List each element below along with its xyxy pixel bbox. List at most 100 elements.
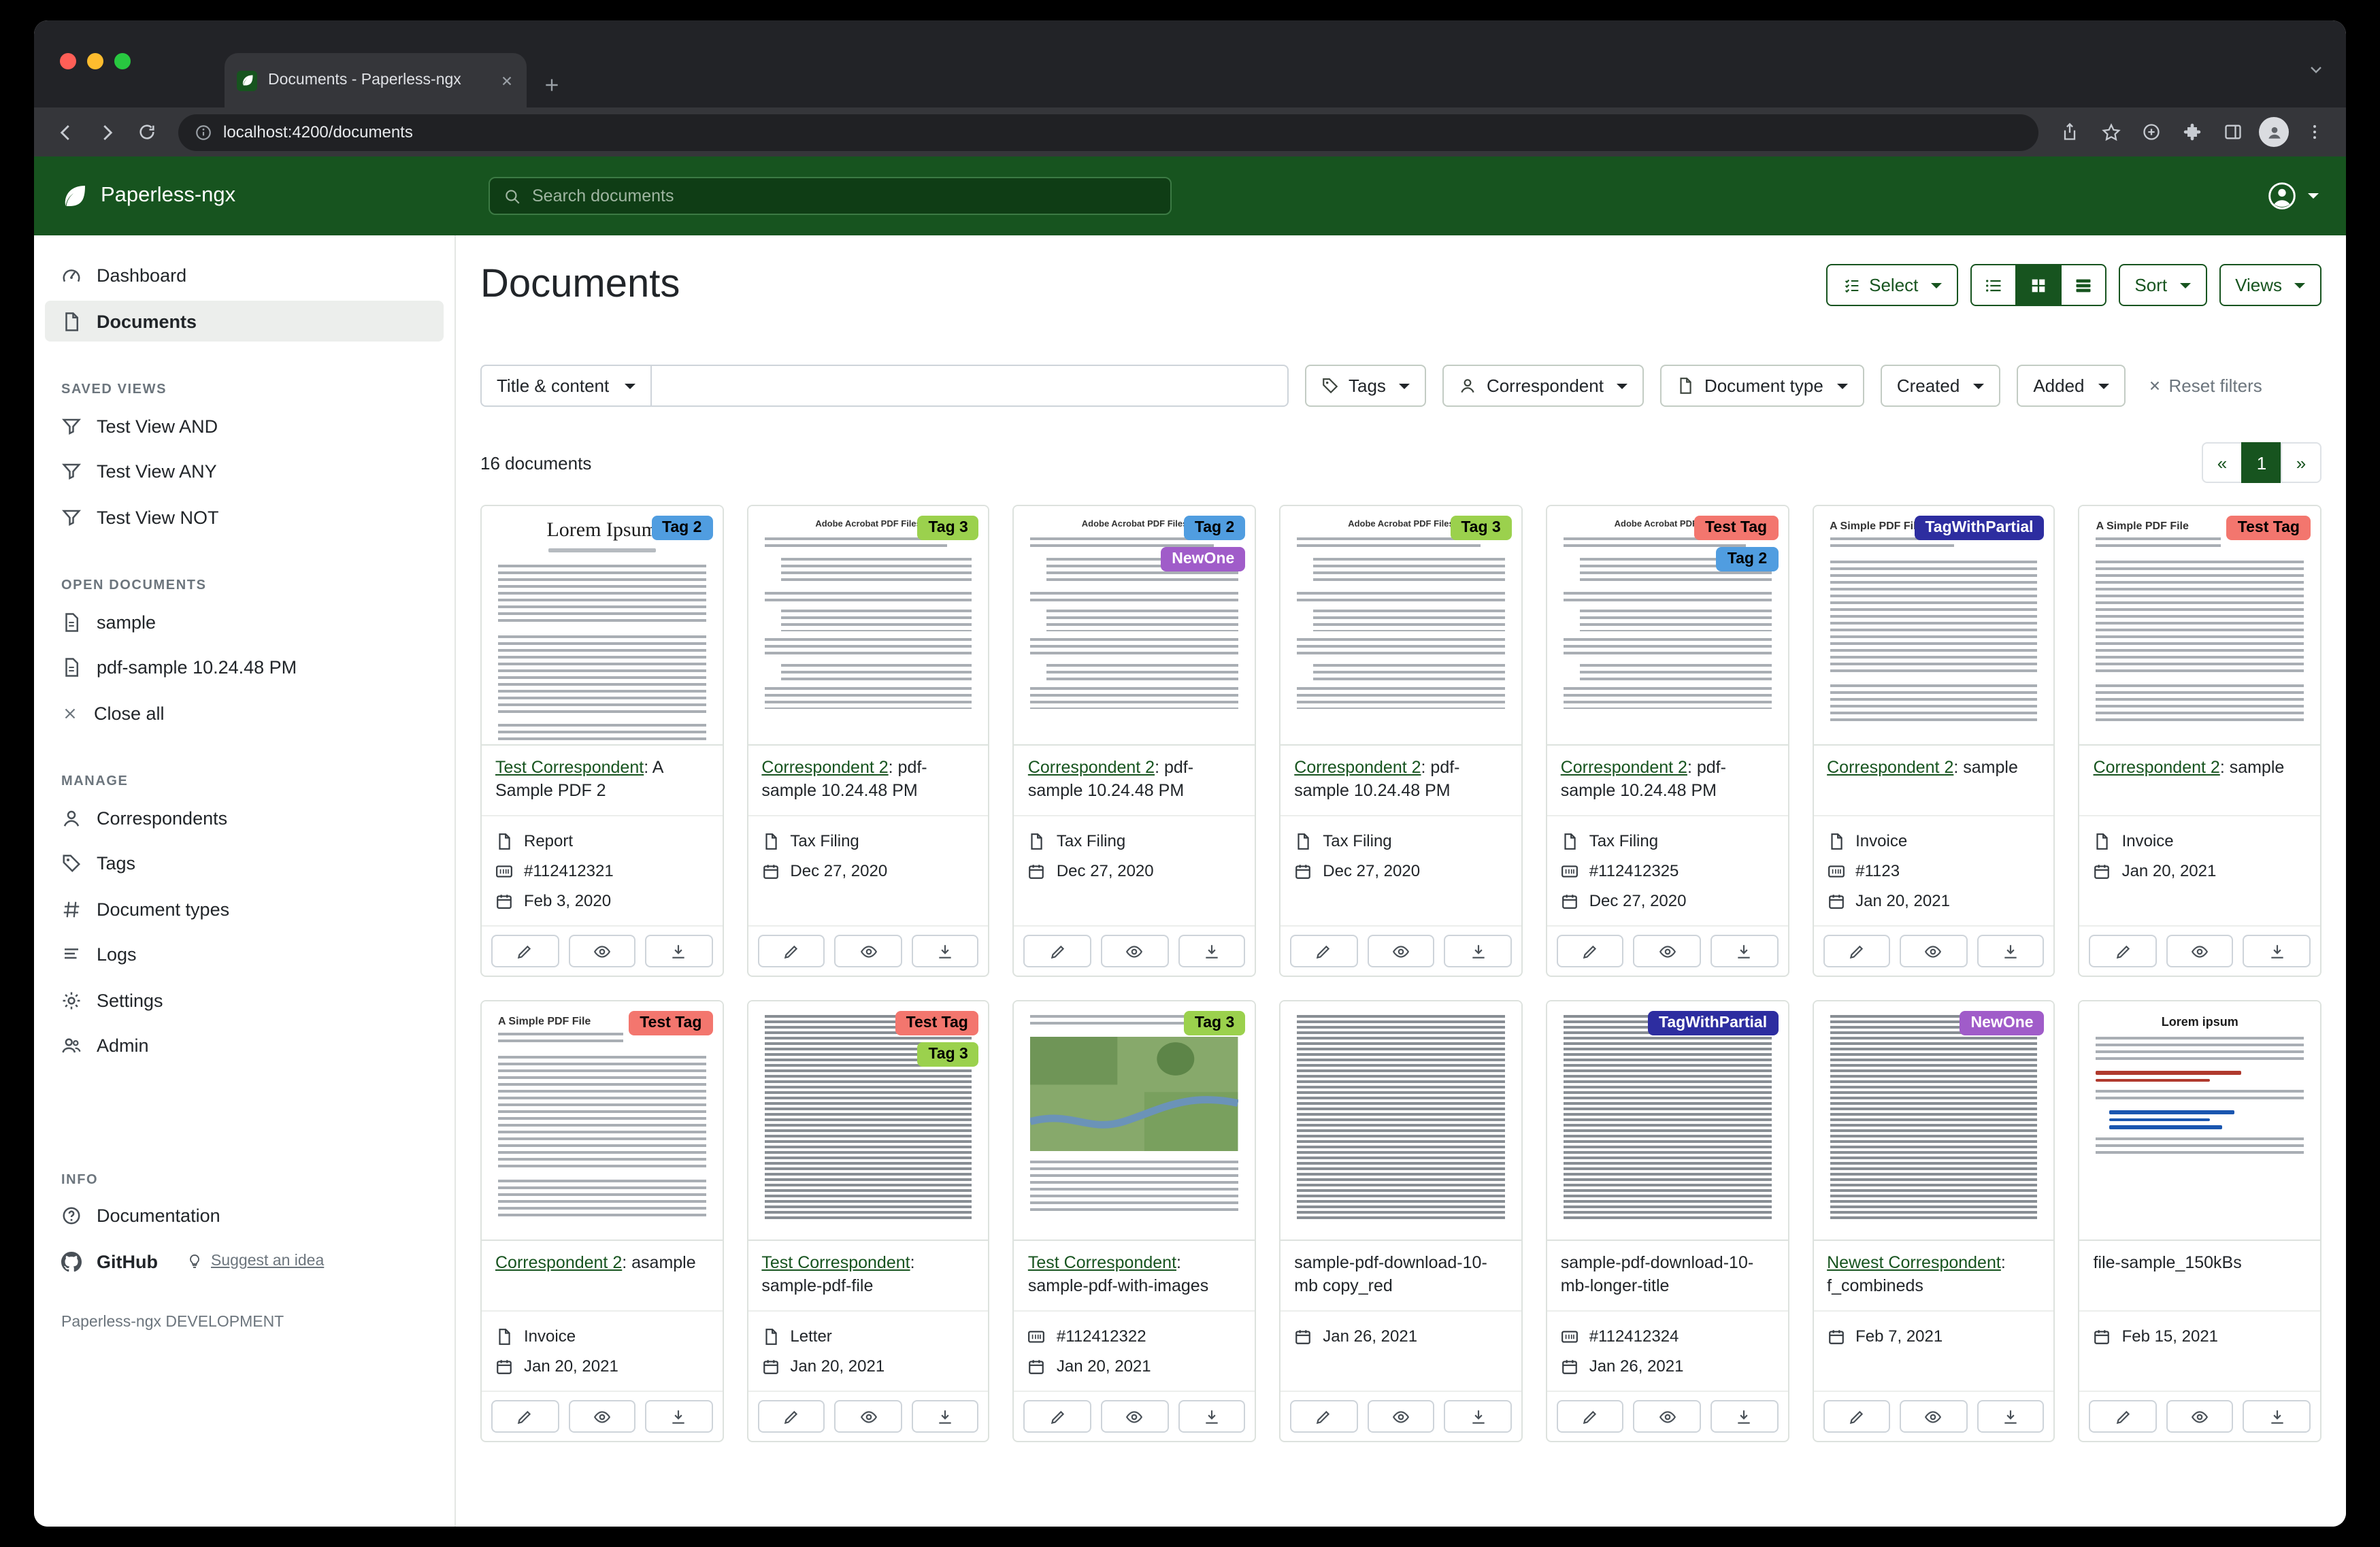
document-card[interactable]: TagWithPartial sample-pdf-download-10-mb…	[1546, 1000, 1789, 1442]
pagination-next-button[interactable]: »	[2281, 442, 2321, 483]
download-document-button[interactable]	[645, 1400, 712, 1433]
side-panel-icon[interactable]	[2215, 114, 2251, 150]
tag-badge[interactable]: Test Tag	[2227, 516, 2311, 540]
filter-text-input[interactable]	[651, 365, 1289, 407]
browser-menu-icon[interactable]	[2297, 114, 2332, 150]
document-thumbnail[interactable]: NewOne	[1813, 1001, 2053, 1241]
download-document-button[interactable]	[1178, 935, 1245, 967]
sidebar-item-tags[interactable]: Tags	[45, 843, 444, 884]
document-card[interactable]: Adobe Acrobat PDF FilesTest TagTag 2 Cor…	[1546, 505, 1789, 977]
sidebar-item-close-all[interactable]: Close all	[45, 693, 444, 733]
window-minimize-button[interactable]	[87, 53, 103, 69]
document-thumbnail[interactable]: Adobe Acrobat PDF FilesTag 3	[1280, 506, 1521, 746]
url-bar[interactable]: localhost:4200/documents	[178, 114, 2038, 150]
document-title[interactable]: file-sample_150kBs	[2094, 1253, 2242, 1272]
tag-badge[interactable]: TagWithPartial	[1648, 1011, 1778, 1035]
sidebar-item-dashboard[interactable]: Dashboard	[45, 255, 444, 296]
browser-tab[interactable]: Documents - Paperless-ngx	[225, 53, 527, 107]
tag-badge[interactable]: Tag 2	[651, 516, 712, 540]
view-document-button[interactable]	[1634, 1400, 1701, 1433]
views-button[interactable]: Views	[2219, 264, 2321, 306]
view-document-button[interactable]	[835, 1400, 902, 1433]
view-document-button[interactable]	[1101, 935, 1168, 967]
tag-badge[interactable]: TagWithPartial	[1914, 516, 2044, 540]
view-document-button[interactable]	[1101, 1400, 1168, 1433]
download-document-button[interactable]	[1444, 935, 1512, 967]
document-card[interactable]: A Simple PDF FileTagWithPartial Correspo…	[1812, 505, 2055, 977]
sidebar-item-settings[interactable]: Settings	[45, 980, 444, 1020]
edit-document-button[interactable]	[2089, 1400, 2157, 1433]
document-thumbnail[interactable]: Adobe Acrobat PDF FilesTag 2NewOne	[1014, 506, 1255, 746]
view-document-button[interactable]	[1634, 935, 1701, 967]
tag-badge[interactable]: NewOne	[1960, 1011, 2045, 1035]
tag-badge[interactable]: Test Tag	[1694, 516, 1778, 540]
edit-document-button[interactable]	[1290, 935, 1357, 967]
view-document-button[interactable]	[2166, 1400, 2234, 1433]
download-document-button[interactable]	[645, 935, 712, 967]
edit-document-button[interactable]	[1290, 1400, 1357, 1433]
filter-tags-button[interactable]: Tags	[1305, 365, 1427, 407]
edit-document-button[interactable]	[491, 935, 559, 967]
filter-document-type-button[interactable]: Document type	[1661, 365, 1864, 407]
document-card[interactable]: Adobe Acrobat PDF FilesTag 3 Corresponde…	[746, 505, 989, 977]
document-card[interactable]: A Simple PDF FileTest Tag Correspondent …	[2079, 505, 2321, 977]
tab-list-chevron-icon[interactable]	[2308, 61, 2324, 78]
sidebar-item-open-doc-pdf-sample[interactable]: pdf-sample 10.24.48 PM	[45, 647, 444, 688]
sidebar-item-documentation[interactable]: Documentation	[45, 1195, 444, 1236]
edit-document-button[interactable]	[1024, 935, 1091, 967]
user-menu[interactable]	[2267, 156, 2319, 235]
filter-created-button[interactable]: Created	[1881, 365, 2001, 407]
global-search[interactable]	[489, 177, 1172, 215]
browser-profile-avatar[interactable]	[2259, 117, 2289, 147]
pagination-prev-button[interactable]: «	[2202, 442, 2243, 483]
sidebar-item-saved-view-and[interactable]: Test View AND	[45, 405, 444, 446]
download-document-button[interactable]	[912, 935, 979, 967]
edit-document-button[interactable]	[757, 935, 825, 967]
extensions-puzzle-icon[interactable]	[2175, 114, 2210, 150]
document-correspondent-link[interactable]: Correspondent 2	[495, 1253, 622, 1272]
download-document-button[interactable]	[1710, 935, 1778, 967]
document-correspondent-link[interactable]: Test Correspondent	[761, 1253, 910, 1272]
view-details-button[interactable]	[2060, 264, 2106, 306]
window-close-button[interactable]	[60, 53, 76, 69]
document-thumbnail[interactable]: Adobe Acrobat PDF FilesTest TagTag 2	[1547, 506, 1787, 746]
document-correspondent-link[interactable]: Correspondent 2	[761, 758, 888, 777]
sidebar-item-github[interactable]: GitHub Suggest an idea	[45, 1241, 444, 1282]
tag-badge[interactable]: Tag 3	[917, 1042, 978, 1067]
document-thumbnail[interactable]: Adobe Acrobat PDF FilesTag 3	[748, 506, 988, 746]
download-document-button[interactable]	[2243, 1400, 2311, 1433]
document-thumbnail[interactable]: A Simple PDF FileTagWithPartial	[1813, 506, 2053, 746]
window-zoom-button[interactable]	[114, 53, 131, 69]
filter-field-dropdown[interactable]: Title & content	[480, 365, 651, 407]
sidebar-item-open-doc-sample[interactable]: sample	[45, 601, 444, 642]
document-card[interactable]: Adobe Acrobat PDF FilesTag 2NewOne Corre…	[1013, 505, 1256, 977]
sidebar-item-admin[interactable]: Admin	[45, 1025, 444, 1066]
filter-correspondent-button[interactable]: Correspondent	[1443, 365, 1644, 407]
tag-badge[interactable]: Tag 3	[1184, 1011, 1245, 1035]
download-document-button[interactable]	[912, 1400, 979, 1433]
document-card[interactable]: A Simple PDF FileTest Tag Correspondent …	[480, 1000, 723, 1442]
site-info-icon[interactable]	[195, 123, 212, 141]
tag-badge[interactable]: Test Tag	[629, 1011, 712, 1035]
view-document-button[interactable]	[2166, 935, 2234, 967]
download-document-button[interactable]	[1710, 1400, 1778, 1433]
tag-badge[interactable]: Tag 3	[1450, 516, 1511, 540]
edit-document-button[interactable]	[491, 1400, 559, 1433]
document-thumbnail[interactable]: Test TagTag 3	[748, 1001, 988, 1241]
document-correspondent-link[interactable]: Correspondent 2	[2094, 758, 2220, 777]
document-title[interactable]: : sample	[1953, 758, 2018, 777]
view-document-button[interactable]	[1367, 935, 1434, 967]
view-document-button[interactable]	[835, 935, 902, 967]
tab-close-icon[interactable]	[499, 73, 514, 88]
filter-added-button[interactable]: Added	[2017, 365, 2125, 407]
view-list-button[interactable]	[1970, 264, 2016, 306]
search-input[interactable]	[532, 186, 1157, 205]
sidebar-item-saved-view-not[interactable]: Test View NOT	[45, 497, 444, 537]
document-thumbnail[interactable]: A Simple PDF FileTest Tag	[482, 1001, 722, 1241]
reset-filters-button[interactable]: Reset filters	[2147, 376, 2262, 396]
tag-badge[interactable]: Tag 3	[917, 516, 978, 540]
new-tab-button[interactable]	[543, 76, 561, 94]
document-card[interactable]: Lorem IpsumTag 2 Test Correspondent: A S…	[480, 505, 723, 977]
edit-document-button[interactable]	[757, 1400, 825, 1433]
app-logo[interactable]: Paperless-ngx	[61, 182, 235, 210]
